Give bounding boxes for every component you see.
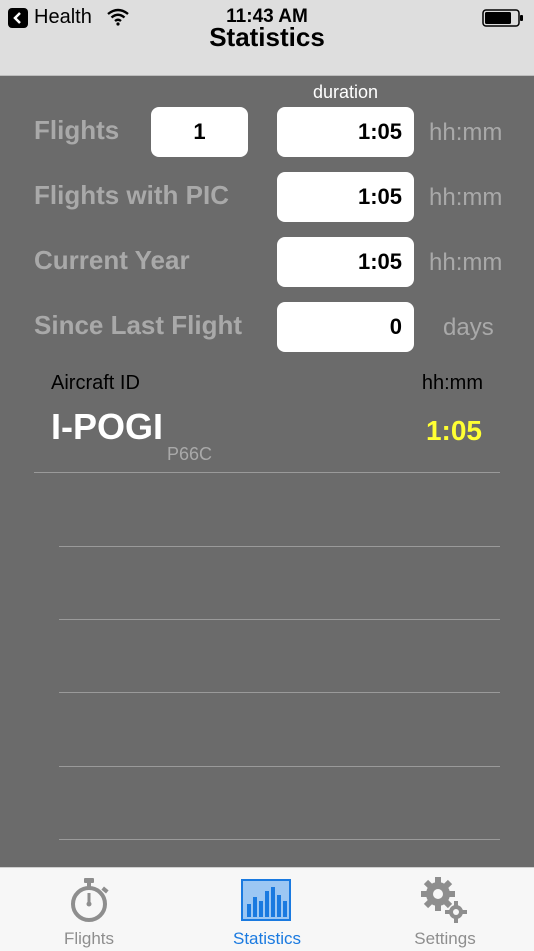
bar-chart-icon: [241, 879, 291, 921]
pic-duration-field: 1:05: [277, 172, 414, 222]
row-divider: [59, 619, 500, 620]
stopwatch-icon: [71, 878, 109, 922]
aircraft-type: P66C: [167, 444, 213, 464]
current-year-unit: hh:mm: [429, 249, 503, 276]
flights-unit: hh:mm: [429, 119, 503, 146]
flights-count-field: 1: [151, 107, 248, 157]
tab-statistics-label: Statistics: [232, 929, 302, 948]
aircraft-id: I-POGI: [51, 406, 164, 447]
aircraft-duration: 1:05: [425, 415, 482, 446]
pic-unit: hh:mm: [429, 184, 503, 211]
tab-settings[interactable]: Settings: [356, 868, 534, 951]
flights-duration-field: 1:05: [277, 107, 414, 157]
row-divider: [59, 546, 500, 547]
duration-column-header: duration: [312, 82, 379, 102]
since-last-flight-unit: days: [443, 314, 494, 341]
tab-statistics[interactable]: Statistics: [178, 868, 356, 951]
row-divider: [59, 839, 500, 840]
row-divider: [59, 692, 500, 693]
row-divider: [34, 472, 500, 473]
tab-settings-label: Settings: [414, 929, 476, 948]
tab-bar: Flights Statistics Settings: [0, 867, 534, 951]
current-year-label: Current Year: [34, 245, 190, 275]
since-last-flight-label: Since Last Flight: [34, 310, 243, 340]
aircraft-duration-header: hh:mm: [421, 372, 483, 394]
current-year-duration-field: 1:05: [277, 237, 414, 287]
pic-flights-label: Flights with PIC: [34, 180, 229, 210]
navigation-bar: Health 11:43 AM Statistics: [0, 0, 534, 76]
flights-label: Flights: [34, 115, 120, 145]
row-divider: [59, 766, 500, 767]
since-last-flight-field: 0: [277, 302, 414, 352]
tab-flights-label: Flights: [63, 929, 115, 948]
page-title: Statistics: [209, 22, 325, 52]
aircraft-id-header: Aircraft ID: [51, 372, 140, 394]
tab-flights[interactable]: Flights: [0, 868, 178, 951]
gears-icon: [421, 877, 467, 923]
